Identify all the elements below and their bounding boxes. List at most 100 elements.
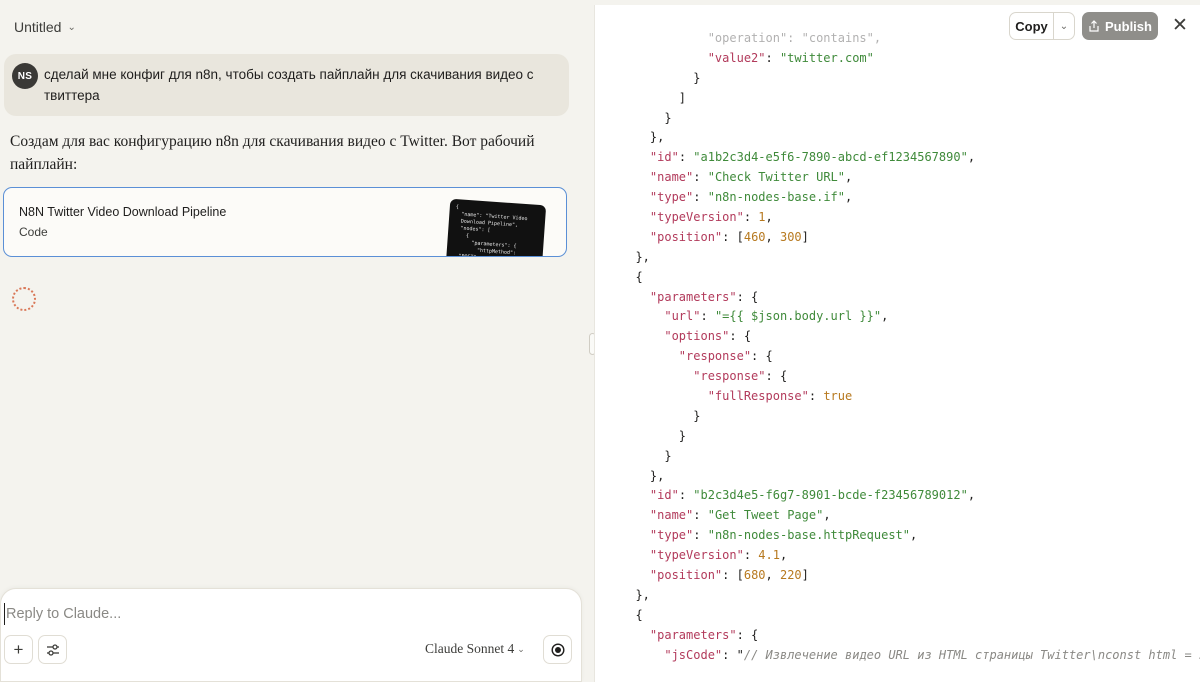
code-line: "name": "Get Tweet Page", (621, 506, 1200, 526)
code-line: } (621, 427, 1200, 447)
close-icon: ✕ (1172, 14, 1188, 36)
copy-split-button: Copy ⌄ (1009, 12, 1075, 40)
loading-spinner-icon (12, 287, 36, 311)
code-token: "={{ $json.body.url }}" (714, 309, 882, 324)
code-token: "name" (649, 508, 694, 523)
code-token: } (621, 110, 672, 125)
code-line: "options": { (621, 327, 1200, 347)
code-token: , (765, 210, 773, 225)
code-token: } (621, 428, 687, 443)
artifact-card[interactable]: N8N Twitter Video Download Pipeline Code… (3, 187, 567, 257)
code-token: "type" (649, 528, 694, 543)
tools-button[interactable] (38, 635, 67, 664)
conversation-title-menu[interactable]: Untitled ⌄ (14, 17, 76, 37)
code-token: "position" (649, 568, 723, 583)
code-token: }, (621, 249, 650, 264)
reply-input[interactable] (4, 603, 564, 625)
code-line: "name": "Check Twitter URL", (621, 168, 1200, 188)
code-token: "url" (664, 309, 701, 324)
code-token: "a1b2c3d4-e5f6-7890-abcd-ef1234567890" (693, 150, 968, 165)
code-token: { (621, 269, 643, 284)
code-token: "twitter.com" (779, 50, 874, 65)
code-token: , (765, 229, 780, 244)
code-token: : (678, 488, 694, 503)
code-token: : (693, 190, 708, 205)
artifact-kind: Code (19, 225, 48, 239)
code-token: : (693, 170, 708, 185)
code-line: "value2": "twitter.com" (621, 49, 1200, 69)
conversation-title: Untitled (14, 19, 62, 35)
code-token: "typeVersion" (649, 210, 744, 225)
code-token: } (621, 408, 701, 423)
code-token: // Извлечение видео URL из HTML страницы… (743, 647, 1200, 662)
code-token: : (765, 50, 780, 65)
code-token: , (845, 170, 853, 185)
code-line: "id": "a1b2c3d4-e5f6-7890-abcd-ef1234567… (621, 148, 1200, 168)
code-line: "fullResponse": true (621, 387, 1200, 407)
code-token: : (700, 309, 715, 324)
voice-mode-button[interactable] (543, 635, 572, 664)
code-token: : (678, 150, 694, 165)
code-token: : (693, 528, 708, 543)
code-token: : { (729, 329, 752, 344)
code-line: "typeVersion": 1, (621, 208, 1200, 228)
code-token: , (845, 190, 853, 205)
code-token: } (621, 448, 672, 463)
code-line: "response": { (621, 367, 1200, 387)
code-token: : (743, 548, 759, 563)
code-token: : { (736, 627, 759, 642)
user-message-text: сделай мне конфиг для n8n, чтобы создать… (44, 67, 534, 103)
model-selector[interactable]: Claude Sonnet 4 ⌄ (425, 641, 525, 657)
copy-button[interactable]: Copy (1010, 13, 1053, 39)
code-token: "id" (649, 488, 679, 503)
code-line: "position": [460, 300] (621, 228, 1200, 248)
close-panel-button[interactable]: ✕ (1169, 14, 1191, 36)
code-token: 1 (758, 210, 766, 225)
plus-icon: + (13, 639, 24, 659)
artifact-title: N8N Twitter Video Download Pipeline (19, 205, 227, 219)
publish-button[interactable]: Publish (1082, 12, 1158, 40)
code-token: }, (621, 468, 665, 483)
code-token: "jsCode" (664, 647, 723, 662)
code-token: , (881, 309, 889, 324)
code-token: "type" (649, 190, 694, 205)
chevron-down-icon: ⌄ (1059, 20, 1069, 32)
code-token: "response" (678, 349, 752, 364)
code-line: "response": { (621, 347, 1200, 367)
code-line: { (621, 606, 1200, 626)
code-token: true (823, 389, 853, 404)
code-token: "n8n-nodes-base.httpRequest" (707, 528, 911, 543)
code-token: , (765, 568, 780, 583)
artifact-thumbnail: { "name": "Twitter Video Download Pipeli… (445, 198, 547, 256)
code-token: "fullResponse" (707, 389, 809, 404)
code-token: 4.1 (758, 548, 780, 563)
code-token: : { (751, 349, 773, 364)
composer: + Claude Sonnet 4 ⌄ (0, 588, 582, 682)
code-view: "operation": "contains", "value2": "twit… (621, 29, 1200, 666)
copy-options-button[interactable]: ⌄ (1054, 13, 1074, 39)
code-line: "typeVersion": 4.1, (621, 546, 1200, 566)
code-line: "id": "b2c3d4e5-f6g7-8901-bcde-f23456789… (621, 486, 1200, 506)
code-token: "value2" (707, 50, 766, 65)
code-token: "position" (649, 229, 723, 244)
code-token: 460 (743, 229, 766, 244)
code-token: : { (765, 369, 788, 384)
code-line: "parameters": { (621, 626, 1200, 646)
code-token: "parameters" (649, 627, 737, 642)
code-line: ] (621, 89, 1200, 109)
code-token: : (808, 389, 824, 404)
code-token: : [ (722, 568, 744, 583)
code-token: , (779, 548, 788, 563)
add-attachment-button[interactable]: + (4, 635, 33, 664)
